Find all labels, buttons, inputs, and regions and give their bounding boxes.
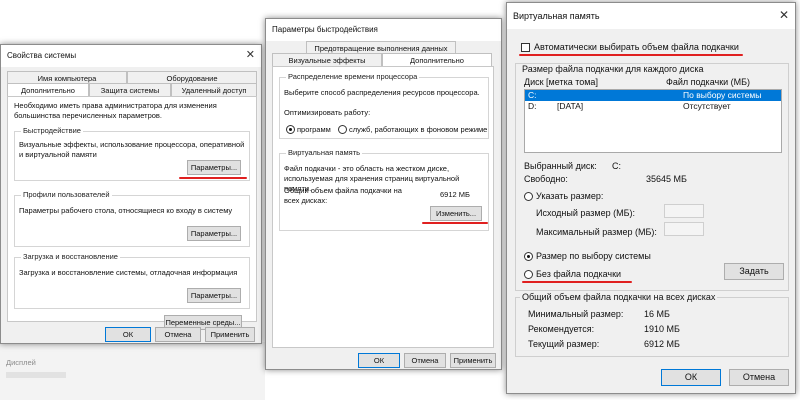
group-desc: Выберите способ распределения ресурсов п…: [284, 88, 480, 97]
tab-system-protection[interactable]: Защита системы: [89, 83, 171, 97]
total-value: 6912 МБ: [440, 190, 470, 199]
highlight-underline: [519, 54, 743, 56]
tab-panel: Распределение времени процессора Выберит…: [272, 66, 494, 348]
tab-remote[interactable]: Удаленный доступ: [171, 83, 257, 97]
tab-hardware[interactable]: Оборудование: [127, 71, 257, 83]
performance-options-window: Параметры быстродействия Предотвращение …: [265, 18, 502, 370]
optimize-label: Оптимизировать работу:: [284, 108, 371, 117]
tab-dep[interactable]: Предотвращение выполнения данных: [306, 41, 456, 53]
ok-button[interactable]: ОК: [358, 353, 400, 368]
tab-panel: Необходимо иметь права администратора дл…: [7, 96, 257, 330]
radio-services-label[interactable]: служб, работающих в фоновом режиме: [349, 125, 487, 135]
cpu-scheduling-group: Распределение времени процессора Выберит…: [279, 72, 489, 139]
close-icon[interactable]: ✕: [779, 9, 789, 21]
background-item: Дисплей: [6, 358, 36, 367]
initial-size-input[interactable]: [664, 204, 704, 218]
group-desc: Параметры рабочего стола, относящиеся ко…: [19, 206, 233, 215]
apply-button[interactable]: Применить: [450, 353, 496, 368]
drive-letter: D:: [528, 101, 537, 111]
background-bar: [6, 372, 66, 378]
min-size-label: Минимальный размер:: [528, 309, 624, 319]
group-desc: Загрузка и восстановление системы, отлад…: [19, 268, 238, 277]
profiles-settings-button[interactable]: Параметры...: [187, 226, 241, 241]
drive-label: [DATA]: [557, 101, 584, 111]
list-item[interactable]: C: По выбору системы: [525, 90, 781, 101]
radio-system-managed[interactable]: [524, 252, 533, 261]
radio-no-paging-label[interactable]: Без файла подкачки: [536, 269, 621, 280]
group-title: Быстродействие: [21, 126, 83, 135]
background-area: Дисплей: [0, 342, 265, 400]
auto-manage-label[interactable]: Автоматически выбирать объем файла подка…: [534, 42, 739, 53]
auto-manage-checkbox[interactable]: [521, 43, 530, 52]
change-button[interactable]: Изменить...: [430, 206, 482, 221]
user-profiles-group: Профили пользователей Параметры рабочего…: [14, 190, 250, 247]
virtual-memory-group: Виртуальная память Файл подкачки - это о…: [279, 148, 489, 231]
list-item[interactable]: D: [DATA] Отсутствует: [525, 101, 781, 112]
tab-advanced[interactable]: Дополнительно: [382, 53, 492, 67]
col-size-header: Файл подкачки (МБ): [666, 77, 751, 87]
titlebar: Виртуальная память ✕: [507, 3, 795, 29]
max-size-input[interactable]: [664, 222, 704, 236]
max-size-label: Максимальный размер (МБ):: [536, 227, 657, 237]
startup-settings-button[interactable]: Параметры...: [187, 288, 241, 303]
group-title: Загрузка и восстановление: [21, 252, 120, 261]
ok-button[interactable]: ОК: [661, 369, 721, 386]
highlight-underline: [422, 222, 488, 224]
startup-recovery-group: Загрузка и восстановление Загрузка и вос…: [14, 252, 250, 309]
total-label: Общий объем файла подкачки на всех диска…: [284, 186, 402, 205]
close-icon[interactable]: ✕: [246, 49, 255, 61]
selected-disk-label: Выбранный диск:: [524, 161, 597, 171]
tab-visual-effects[interactable]: Визуальные эффекты: [272, 53, 382, 67]
group-title: Виртуальная память: [286, 148, 363, 157]
performance-group: Быстродействие Визуальные эффекты, испол…: [14, 126, 250, 181]
radio-custom-size[interactable]: [524, 192, 533, 201]
paging-size-group: Размер файла подкачки для каждого диска …: [515, 63, 789, 291]
drive-size: По выбору системы: [683, 90, 762, 100]
radio-custom-size-label[interactable]: Указать размер:: [536, 191, 603, 202]
group-desc: Визуальные эффекты, использование процес…: [19, 140, 245, 159]
window-title: Свойства системы: [7, 51, 77, 60]
group-title: Общий объем файла подкачки на всех диска…: [520, 292, 718, 303]
system-properties-window: Свойства системы ✕ Имя компьютера Оборуд…: [0, 44, 262, 344]
cancel-button[interactable]: Отмена: [729, 369, 789, 386]
group-title: Размер файла подкачки для каждого диска: [520, 64, 706, 75]
virtual-memory-window: Виртуальная память ✕ Автоматически выбир…: [506, 2, 796, 394]
apply-button[interactable]: Применить: [205, 327, 255, 342]
recommended-value: 1910 МБ: [644, 324, 680, 334]
cancel-button[interactable]: Отмена: [404, 353, 446, 368]
drive-list[interactable]: C: По выбору системы D: [DATA] Отсутству…: [524, 89, 782, 153]
drive-letter: C:: [528, 90, 537, 100]
tab-computer-name[interactable]: Имя компьютера: [7, 71, 127, 83]
highlight-underline: [522, 281, 632, 283]
col-disk-header: Диск [метка тома]: [524, 77, 598, 87]
tab-advanced[interactable]: Дополнительно: [7, 83, 89, 97]
titlebar: Параметры быстродействия: [266, 19, 501, 41]
window-title: Виртуальная память: [513, 11, 600, 21]
group-title: Распределение времени процессора: [286, 72, 420, 81]
radio-programs-label[interactable]: программ: [297, 125, 331, 135]
initial-size-label: Исходный размер (МБ):: [536, 208, 636, 218]
free-space-value: 35645 МБ: [646, 174, 687, 184]
highlight-underline: [179, 177, 247, 179]
window-title: Параметры быстродействия: [272, 25, 378, 34]
titlebar: Свойства системы ✕: [1, 45, 261, 67]
admin-note: Необходимо иметь права администратора дл…: [14, 101, 217, 120]
ok-button[interactable]: ОК: [105, 327, 151, 342]
radio-system-managed-label[interactable]: Размер по выбору системы: [536, 251, 651, 262]
free-space-label: Свободно:: [524, 174, 568, 184]
recommended-label: Рекомендуется:: [528, 324, 595, 334]
current-size-label: Текущий размер:: [528, 339, 600, 349]
drive-size: Отсутствует: [683, 101, 731, 111]
total-size-group: Общий объем файла подкачки на всех диска…: [515, 292, 789, 357]
radio-background-services[interactable]: [338, 125, 347, 134]
min-size-value: 16 МБ: [644, 309, 670, 319]
selected-disk-value: C:: [612, 161, 621, 171]
radio-programs[interactable]: [286, 125, 295, 134]
group-title: Профили пользователей: [21, 190, 112, 199]
radio-no-paging-file[interactable]: [524, 270, 533, 279]
cancel-button[interactable]: Отмена: [155, 327, 201, 342]
current-size-value: 6912 МБ: [644, 339, 680, 349]
performance-settings-button[interactable]: Параметры...: [187, 160, 241, 175]
set-button[interactable]: Задать: [724, 263, 784, 280]
